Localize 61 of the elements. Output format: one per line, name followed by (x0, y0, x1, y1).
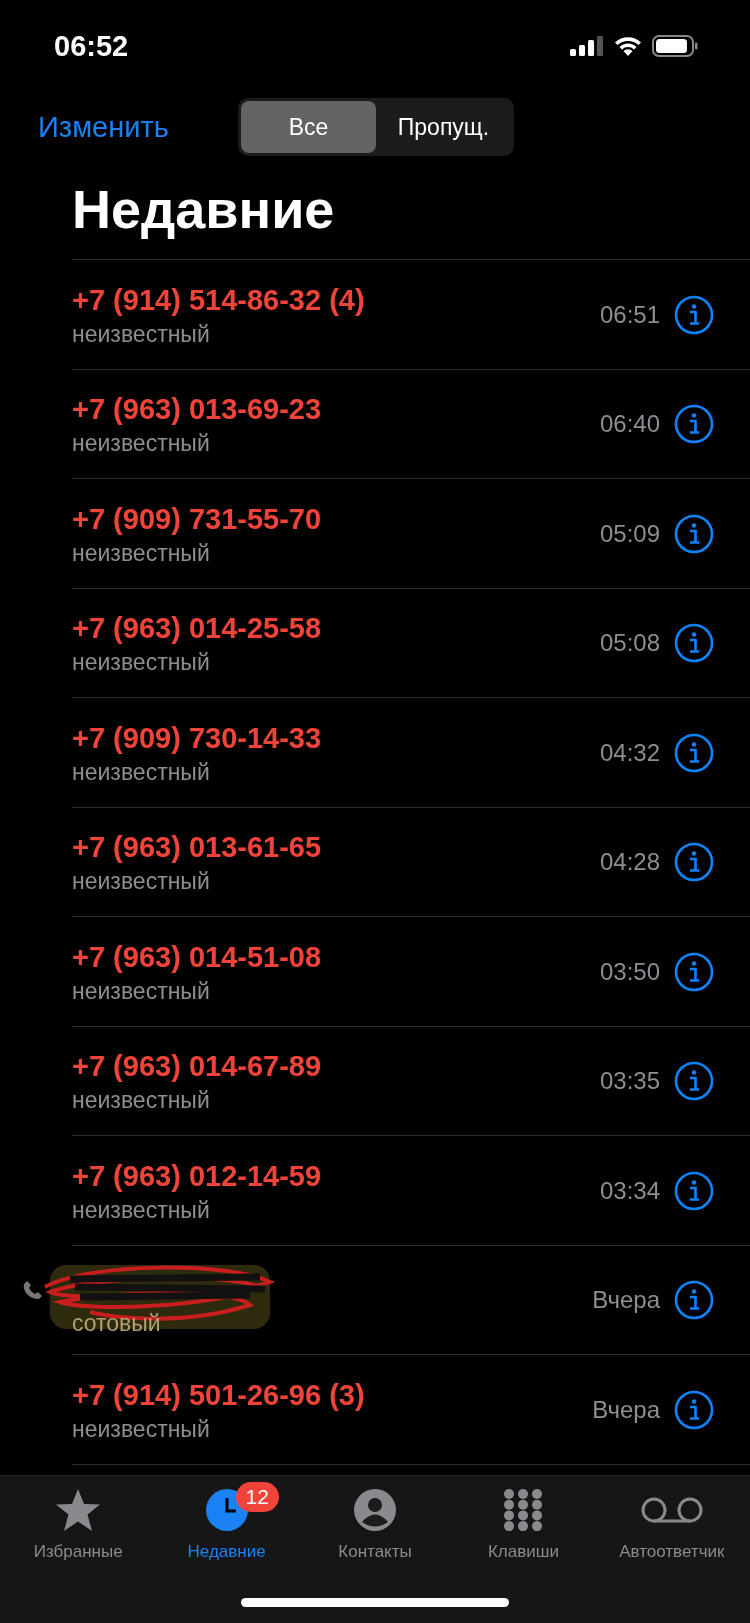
call-type: неизвестный (72, 1087, 211, 1115)
segment-tab[interactable]: Пропущ. (376, 101, 511, 153)
call-time: Вчера (592, 1395, 660, 1424)
call-type: неизвестный (72, 1415, 211, 1443)
call-time: 04:32 (599, 738, 660, 767)
status-time: 06:52 (54, 29, 129, 63)
phone-number: +7 (963) 013-69-23 (72, 393, 323, 427)
phone-number: +7 (914) 501-26-96 (3) (72, 1378, 366, 1412)
call-type: неизвестный (72, 977, 211, 1005)
call-type: неизвестный (72, 649, 211, 677)
phone-icon (22, 1279, 44, 1302)
tab-bar-item[interactable]: Клавиши (449, 1486, 598, 1562)
phone-number: +7 (909) 731-55-70 (72, 502, 323, 536)
call-time: 06:40 (599, 410, 660, 439)
call-time: 04:28 (599, 848, 660, 877)
phone-number: +7 (963) 014-67-89 (72, 1050, 323, 1084)
star-icon (54, 1487, 103, 1533)
call-time: 05:08 (599, 629, 660, 658)
info-icon[interactable] (674, 1389, 714, 1430)
info-icon[interactable] (674, 1170, 714, 1211)
voicemail-icon (640, 1497, 703, 1523)
call-type: неизвестный (72, 539, 211, 567)
call-time: Вчера (592, 1286, 660, 1315)
call-type: неизвестный (72, 758, 211, 786)
keypad-icon (502, 1489, 545, 1531)
call-type: неизвестный (72, 430, 211, 458)
info-icon[interactable] (674, 513, 714, 554)
call-type: неизвестный (72, 320, 211, 348)
signal-icon (570, 36, 604, 56)
edit-button[interactable]: Изменить (38, 110, 169, 144)
phone-number: +7 (963) 013-61-65 (72, 831, 323, 865)
phone-number: +7 (963) 014-51-08 (72, 940, 323, 974)
battery-icon (652, 35, 698, 57)
info-icon[interactable] (674, 732, 714, 773)
segment-tab[interactable]: Все (241, 101, 376, 153)
call-time: 05:09 (599, 519, 660, 548)
wifi-icon (614, 36, 642, 56)
tab-bar-item[interactable]: Контакты (300, 1486, 450, 1562)
call-type: сотовый (72, 1310, 161, 1339)
info-icon[interactable] (674, 623, 714, 664)
tab-bar-item[interactable]: Избранные (4, 1486, 153, 1562)
phone-number: +7 (914) 514-86-32 (4) (72, 283, 366, 317)
call-time: 03:34 (599, 1176, 660, 1205)
call-time: 03:50 (599, 957, 660, 986)
info-icon[interactable] (674, 1061, 714, 1102)
info-icon[interactable] (674, 294, 714, 335)
phone-number: +7 (963) 012-14-59 (72, 1159, 323, 1193)
tab-bar-item[interactable]: Автоответчик (597, 1486, 747, 1562)
person-icon (354, 1489, 396, 1531)
phone-number: +7 (909) 730-14-33 (72, 721, 323, 755)
info-icon[interactable] (674, 842, 714, 883)
info-icon[interactable] (674, 951, 714, 992)
call-time: 03:35 (599, 1067, 660, 1096)
notification-badge: 12 (235, 1482, 279, 1512)
page-title: Недавние (71, 178, 336, 241)
call-type: неизвестный (72, 868, 211, 896)
info-icon[interactable] (674, 404, 714, 445)
call-time: 06:51 (599, 300, 660, 329)
phone-number: +7 (963) 014-25-58 (72, 612, 323, 646)
info-icon[interactable] (674, 1280, 714, 1321)
call-type: неизвестный (72, 1196, 211, 1224)
